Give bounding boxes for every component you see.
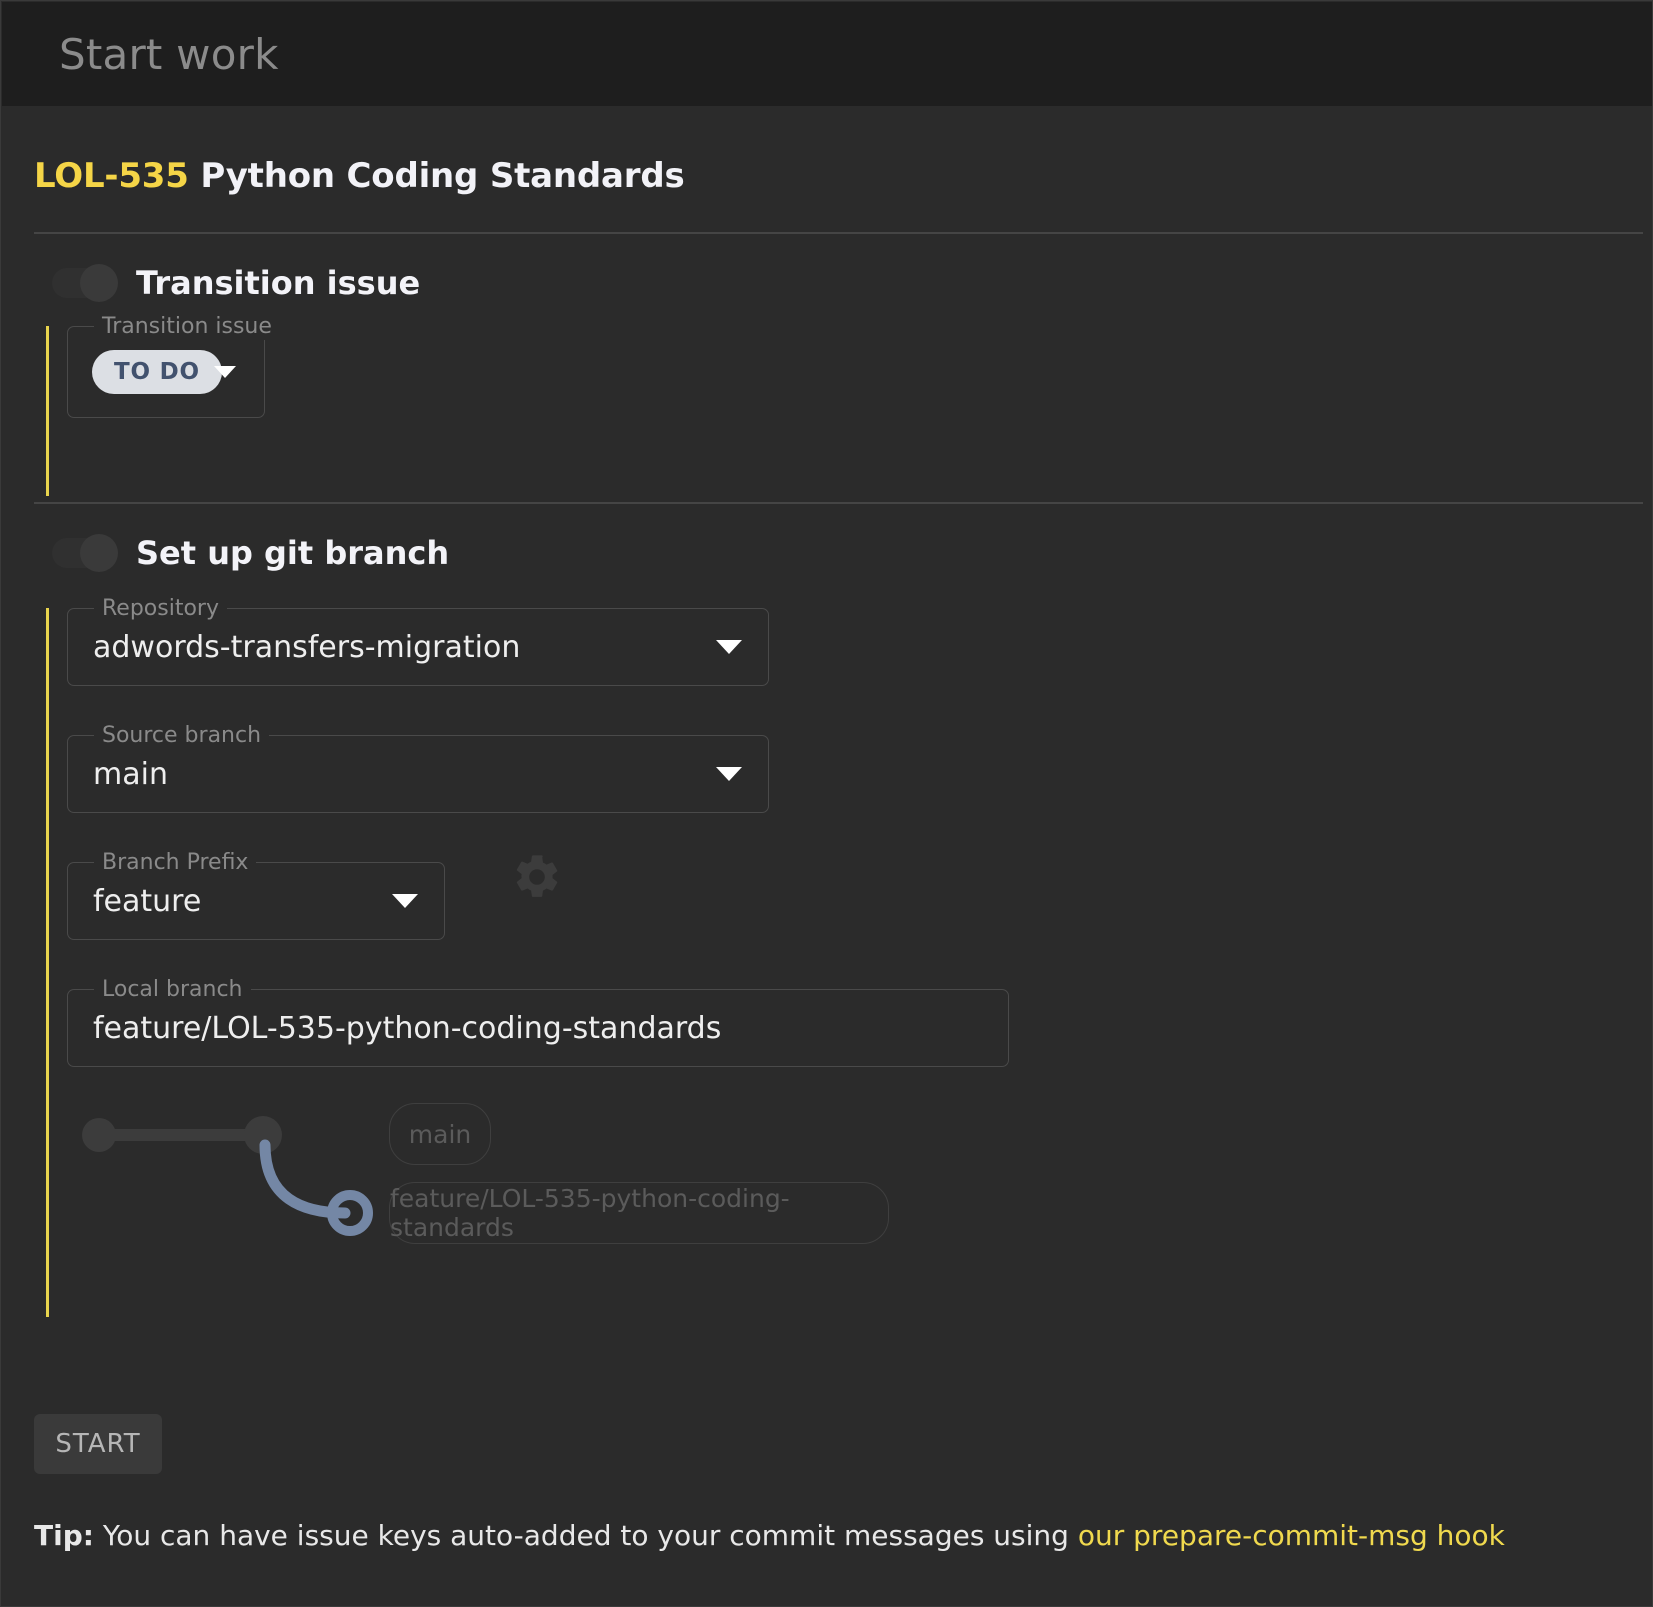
issue-key: LOL-535 [34, 156, 189, 196]
issue-summary: Python Coding Standards [200, 156, 685, 196]
git-branch-group: Repository adwords-transfers-migration S… [46, 596, 1652, 1317]
graph-label-source-branch: main [389, 1103, 491, 1165]
issue-header: LOL-535 Python Coding Standards [2, 106, 1652, 196]
transition-issue-select[interactable]: Transition issue TO DO [67, 314, 280, 418]
transition-issue-toggle[interactable] [52, 264, 118, 302]
repository-value: adwords-transfers-migration [93, 629, 521, 665]
toggle-knob [80, 534, 118, 572]
source-branch-select[interactable]: Source branch main [67, 723, 769, 813]
start-button-container: START [2, 1414, 162, 1474]
git-branch-section-header: Set up git branch [2, 504, 1652, 572]
git-branch-toggle[interactable] [52, 534, 118, 572]
repository-label: Repository [94, 596, 227, 622]
local-branch-input[interactable]: Local branch feature/LOL-535-python-codi… [67, 977, 1009, 1067]
transition-issue-field-label: Transition issue [94, 314, 280, 340]
tip-prefix: Tip: [34, 1519, 94, 1552]
accent-bar-transition [46, 326, 49, 496]
toggle-knob [80, 264, 118, 302]
prepare-commit-msg-hook-link[interactable]: our prepare-commit-msg hook [1078, 1519, 1505, 1552]
branch-prefix-settings-button[interactable] [509, 849, 565, 905]
source-branch-value: main [93, 756, 168, 792]
branch-prefix-row: Branch Prefix feature [46, 813, 1652, 940]
transition-issue-section-header: Transition issue [2, 234, 1652, 302]
status-badge: TO DO [92, 350, 222, 394]
chevron-down-icon [392, 894, 418, 908]
branch-prefix-select[interactable]: Branch Prefix feature [67, 850, 445, 940]
branch-prefix-label: Branch Prefix [94, 850, 257, 876]
source-branch-label: Source branch [94, 723, 270, 749]
gear-icon [516, 854, 558, 897]
git-branch-graph: main feature/LOL-535-python-coding-stand… [67, 1103, 927, 1285]
graph-label-new-branch: feature/LOL-535-python-coding-standards [389, 1182, 889, 1244]
chevron-down-icon [214, 366, 236, 378]
repository-select[interactable]: Repository adwords-transfers-migration [67, 596, 769, 686]
window-titlebar: Start work [2, 2, 1652, 106]
graph-commit-node [82, 1118, 116, 1152]
window-title: Start work [59, 29, 279, 79]
local-branch-label: Local branch [94, 977, 251, 1003]
dialog-body: LOL-535 Python Coding Standards Transiti… [2, 106, 1652, 1606]
local-branch-value: feature/LOL-535-python-coding-standards [93, 1010, 722, 1046]
transition-issue-group: Transition issue TO DO [46, 314, 1652, 496]
git-branch-title: Set up git branch [136, 534, 450, 572]
tip-body: You can have issue keys auto-added to yo… [102, 1519, 1069, 1552]
transition-issue-title: Transition issue [136, 264, 421, 302]
tip-text: Tip: You can have issue keys auto-added … [34, 1519, 1505, 1552]
start-button[interactable]: START [34, 1414, 162, 1474]
chevron-down-icon [716, 640, 742, 654]
branch-prefix-value: feature [93, 883, 202, 919]
start-work-window: Start work LOL-535 Python Coding Standar… [0, 0, 1653, 1607]
chevron-down-icon [716, 767, 742, 781]
accent-bar-git [46, 608, 49, 1317]
